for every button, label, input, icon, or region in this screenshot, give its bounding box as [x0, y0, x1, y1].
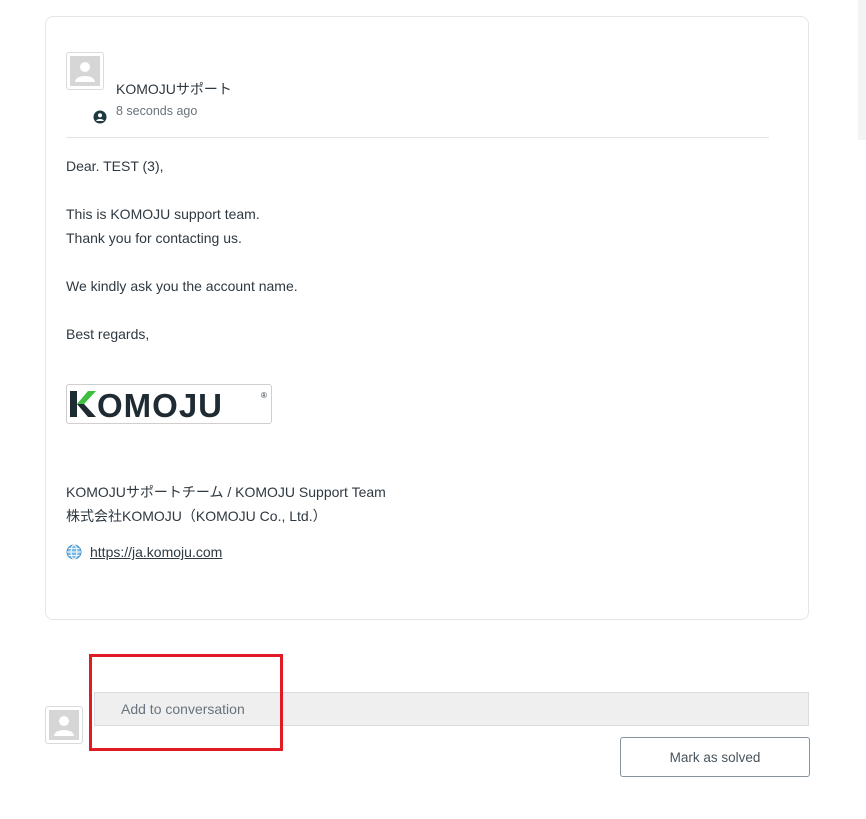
author-name[interactable]: KOMOJUサポート — [116, 79, 232, 99]
globe-icon — [66, 544, 82, 560]
svg-text:®: ® — [261, 391, 267, 400]
comment-timestamp[interactable]: 8 seconds ago — [116, 104, 197, 118]
body-line: We kindly ask you the account name. — [66, 278, 298, 294]
website-link[interactable]: https://ja.komoju.com — [90, 544, 222, 560]
ticket-conversation-view: KOMOJUサポート 8 seconds ago Dear. TEST (3),… — [0, 0, 866, 819]
closing-text: Best regards, — [66, 326, 150, 342]
divider — [66, 137, 769, 138]
svg-text:OMOJU: OMOJU — [97, 387, 223, 423]
comment-card: KOMOJUサポート 8 seconds ago Dear. TEST (3),… — [45, 16, 809, 620]
scrollbar[interactable] — [858, 0, 866, 140]
signature-company: 株式会社KOMOJU（KOMOJU Co., Ltd.） — [66, 508, 327, 524]
author-avatar[interactable] — [66, 52, 104, 90]
user-circle-icon — [93, 110, 107, 124]
signature-team: KOMOJUサポートチーム / KOMOJU Support Team — [66, 484, 386, 500]
body-line: Thank you for contacting us. — [66, 230, 242, 246]
komoju-logo: OMOJU ® — [66, 384, 272, 424]
website-link-row: https://ja.komoju.com — [66, 544, 222, 560]
body-line: This is KOMOJU support team. — [66, 206, 260, 222]
default-avatar-icon — [70, 56, 100, 86]
add-to-conversation-input[interactable]: Add to conversation — [94, 692, 809, 726]
greeting-text: Dear. TEST (3), — [66, 158, 164, 174]
default-avatar-icon — [49, 710, 79, 740]
mark-as-solved-button[interactable]: Mark as solved — [620, 737, 810, 777]
current-user-avatar — [45, 706, 83, 744]
